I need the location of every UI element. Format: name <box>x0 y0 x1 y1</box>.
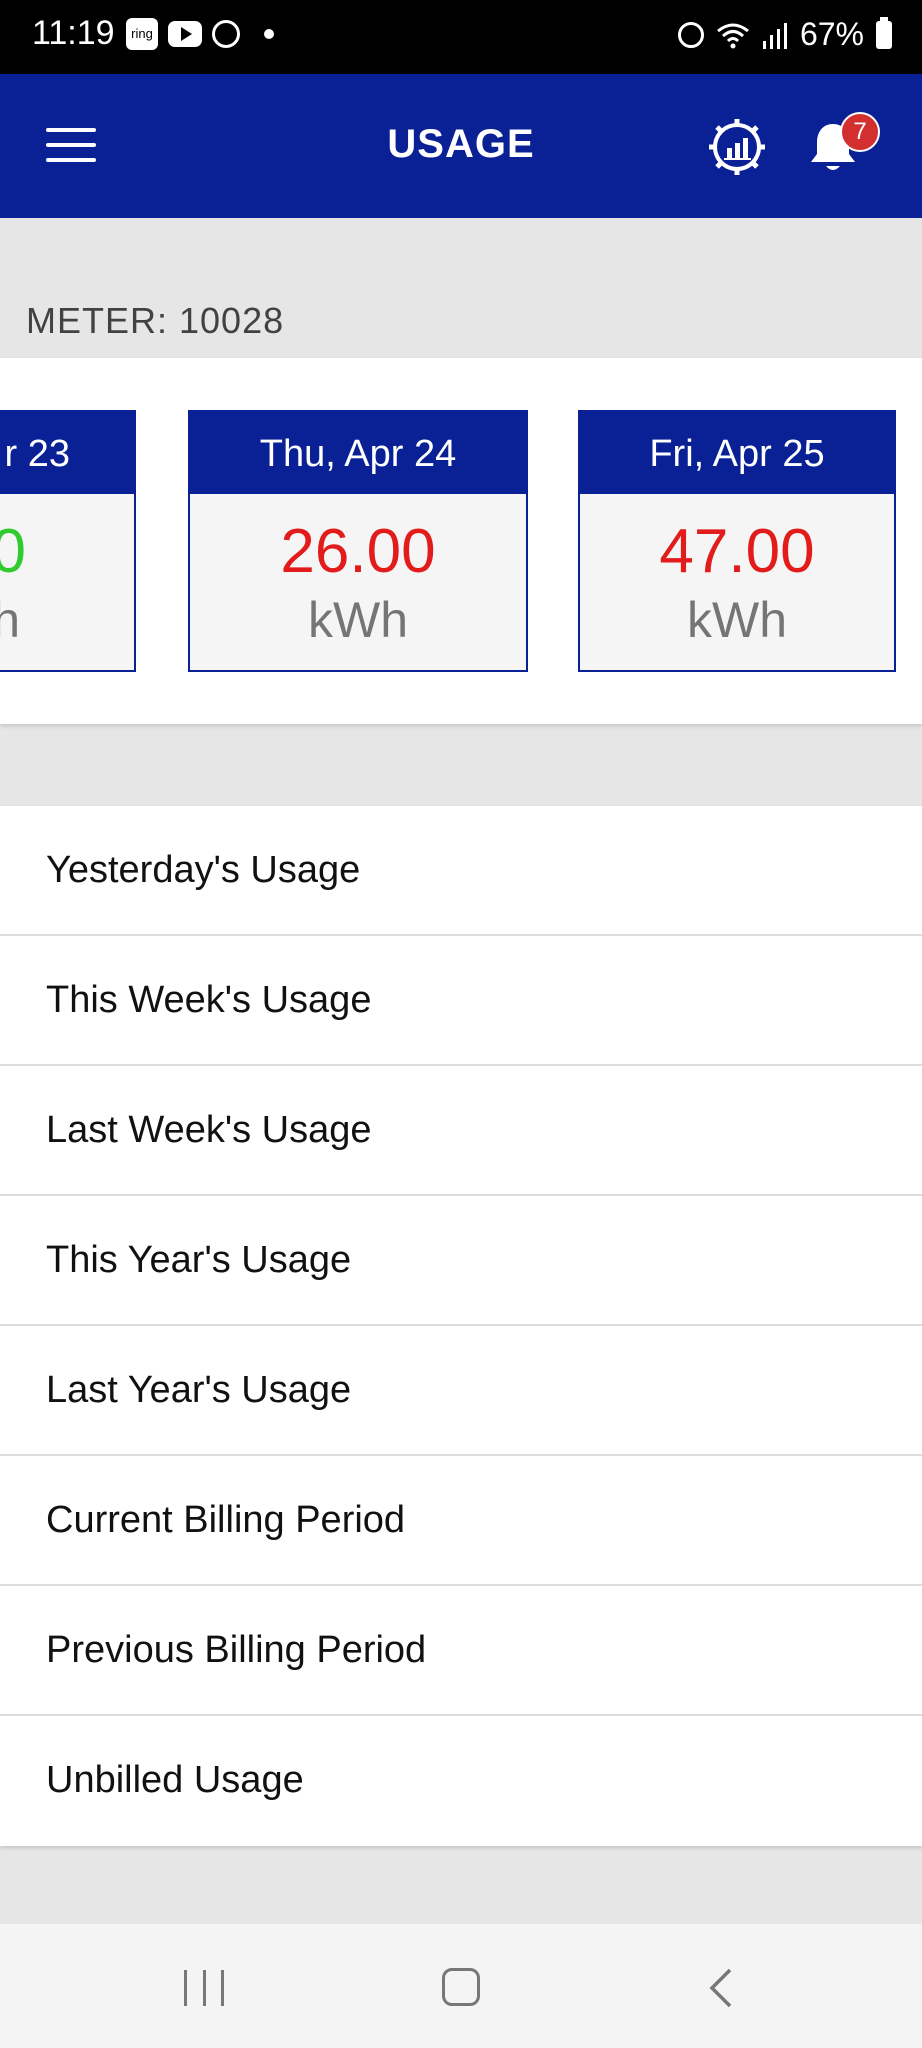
youtube-icon <box>168 21 202 47</box>
day-card-unit: kWh <box>308 592 408 648</box>
page-title: USAGE <box>387 122 535 166</box>
app-header: USAGE 7 <box>0 74 922 218</box>
battery-icon <box>876 16 892 49</box>
day-card-unit: kWh <box>687 592 787 648</box>
recent-apps-icon[interactable] <box>184 1970 224 2006</box>
ring-app-icon: ring <box>126 18 158 50</box>
alarm-icon <box>677 21 704 48</box>
signal-icon <box>762 21 788 49</box>
day-card-date: Fri, Apr 25 <box>580 412 894 494</box>
status-time: 11:19 <box>32 14 115 52</box>
menu-item-this-weeks-usage[interactable]: This Week's Usage <box>0 936 922 1066</box>
back-icon[interactable] <box>708 1968 734 2008</box>
usage-menu-list: Yesterday's Usage This Week's Usage Last… <box>0 806 922 1846</box>
day-card-date: Thu, Apr 24 <box>190 412 526 494</box>
battery-percent: 67% <box>799 16 864 52</box>
menu-item-current-billing-period[interactable]: Current Billing Period <box>0 1456 922 1586</box>
more-notifications-dot-icon <box>264 29 274 39</box>
day-card-value: 26.00 <box>280 517 436 586</box>
sync-icon <box>212 20 240 48</box>
system-nav-bar <box>0 1924 922 2048</box>
menu-item-last-years-usage[interactable]: Last Year's Usage <box>0 1326 922 1456</box>
menu-item-unbilled-usage[interactable]: Unbilled Usage <box>0 1716 922 1846</box>
notification-count-badge: 7 <box>840 112 880 152</box>
wifi-icon <box>716 21 750 49</box>
day-card-apr-24[interactable]: Thu, Apr 24 26.00 kWh <box>188 410 528 672</box>
day-card-apr-23[interactable]: r 23 0 h <box>0 410 136 672</box>
status-bar: 11:19 ring 67% <box>0 0 922 74</box>
meter-label: METER: 10028 <box>26 300 285 341</box>
status-system-icons: 67% <box>677 16 892 53</box>
analytics-gear-icon[interactable] <box>706 116 768 178</box>
menu-item-yesterdays-usage[interactable]: Yesterday's Usage <box>0 806 922 936</box>
menu-item-previous-billing-period[interactable]: Previous Billing Period <box>0 1586 922 1716</box>
day-card-value: 0 <box>0 517 26 586</box>
day-card-date: r 23 <box>0 412 134 494</box>
day-card-value: 47.00 <box>659 517 815 586</box>
day-card-apr-25[interactable]: Fri, Apr 25 47.00 kWh <box>578 410 896 672</box>
home-icon[interactable] <box>442 1968 480 2006</box>
status-notification-icons: ring <box>126 18 274 50</box>
menu-item-last-weeks-usage[interactable]: Last Week's Usage <box>0 1066 922 1196</box>
menu-item-this-years-usage[interactable]: This Year's Usage <box>0 1196 922 1326</box>
day-card-unit: h <box>0 592 20 648</box>
daily-usage-carousel[interactable]: r 23 0 h Thu, Apr 24 26.00 kWh Fri, Apr … <box>0 358 922 724</box>
